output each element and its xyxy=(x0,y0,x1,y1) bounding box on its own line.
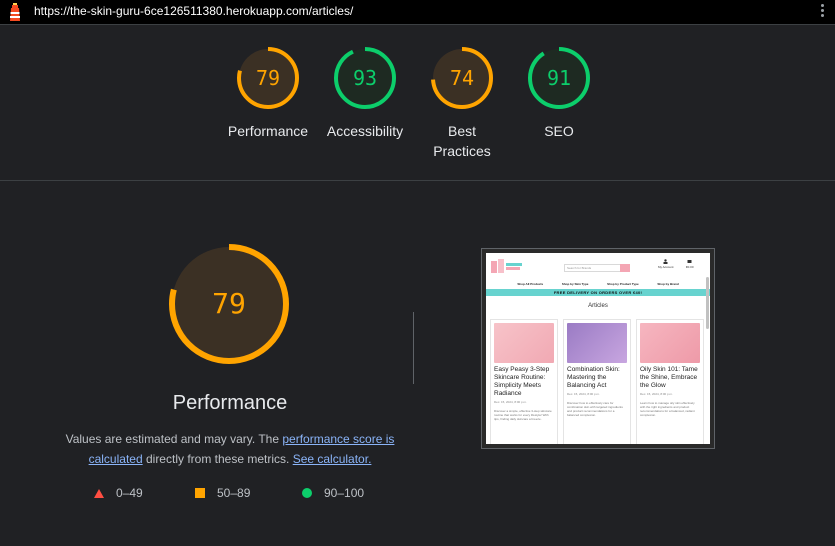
article-image xyxy=(567,323,627,363)
score-gauge: 79 xyxy=(237,47,299,109)
score-gauge: 74 xyxy=(431,47,493,109)
performance-score-value: 79 xyxy=(212,287,246,320)
score-label: Accessibility xyxy=(326,123,404,139)
article-image xyxy=(494,323,554,363)
article-text: Learn how to manage oily skin effectivel… xyxy=(640,401,695,417)
score-label: Best Practices xyxy=(433,123,491,159)
divider xyxy=(413,312,414,384)
article-image xyxy=(640,323,700,363)
site-nav-item[interactable]: Shop by Product Type xyxy=(607,279,639,289)
kebab-menu-icon[interactable] xyxy=(821,4,825,20)
site-bag[interactable]: €0.00 xyxy=(686,259,694,269)
site-bag-total: €0.00 xyxy=(686,265,694,269)
performance-gauge: 79 xyxy=(166,241,292,372)
score-gauge: 93 xyxy=(334,47,396,109)
article-date: Dec. 15, 2024, 8:00 p.m. xyxy=(494,400,527,404)
article-cards: Easy Peasy 3-Step Skincare Routine: Simp… xyxy=(490,319,704,444)
browser-bar: https://the-skin-guru-6ce126511380.herok… xyxy=(0,0,835,25)
page-screenshot[interactable]: Search for Brands My Account €0.00 Shop … xyxy=(481,248,715,449)
article-card[interactable]: Oily Skin 101: Tame the Shine, Embrace t… xyxy=(636,319,704,444)
legend-pass-range: 90–100 xyxy=(324,486,365,500)
legend-pass: 90–100 xyxy=(302,486,364,500)
site-search-button[interactable] xyxy=(620,264,630,272)
desc-middle: directly from these metrics. xyxy=(142,452,293,466)
legend-fail: 0–49 xyxy=(94,486,143,500)
article-text: Discover how to effectively care for com… xyxy=(567,401,623,417)
user-icon xyxy=(663,259,668,264)
desc-prefix: Values are estimated and may vary. The xyxy=(65,432,283,446)
score-value: 93 xyxy=(353,66,377,90)
site-nav: Shop All Products Shop by Skin Type Shop… xyxy=(486,279,710,289)
performance-description: Values are estimated and may vary. The p… xyxy=(60,429,400,469)
square-average-icon xyxy=(195,488,205,498)
article-card[interactable]: Easy Peasy 3-Step Skincare Routine: Simp… xyxy=(490,319,558,444)
site-header: Search for Brands My Account €0.00 xyxy=(486,253,710,279)
performance-title: Performance xyxy=(172,392,288,414)
score-value: 91 xyxy=(547,66,571,90)
site-account-label: My Account xyxy=(658,265,674,269)
cart-icon xyxy=(687,260,692,263)
article-date: Dec. 15, 2024, 8:00 p.m. xyxy=(640,392,673,396)
url-text[interactable]: https://the-skin-guru-6ce126511380.herok… xyxy=(34,4,353,18)
site-page-title: Articles xyxy=(588,303,608,309)
score-summary: 79 Performance 93 Accessibility 74 Best Pract… xyxy=(0,25,835,181)
circle-pass-icon xyxy=(302,488,312,498)
article-title[interactable]: Combination Skin: Mastering the Balancin… xyxy=(567,366,627,390)
article-text: Discover a simple, effective 3-step skin… xyxy=(494,409,552,421)
score-best-practices[interactable]: 74 Best Practices xyxy=(412,45,512,161)
legend-average-range: 50–89 xyxy=(217,486,251,500)
site-banner: FREE DELIVERY ON ORDERS OVER €40! xyxy=(486,289,710,296)
site-logo-icon xyxy=(491,259,522,273)
score-value: 79 xyxy=(256,66,280,90)
see-calculator-link[interactable]: See calculator. xyxy=(293,452,372,466)
site-account[interactable]: My Account xyxy=(658,259,674,269)
site-nav-item[interactable]: Shop by Skin Type xyxy=(562,279,589,289)
triangle-fail-icon xyxy=(94,488,104,498)
article-date: Dec. 15, 2024, 8:00 p.m. xyxy=(567,392,600,396)
site-nav-item[interactable]: Shop All Products xyxy=(517,279,543,289)
score-performance[interactable]: 79 Performance xyxy=(218,45,318,141)
score-seo[interactable]: 91 SEO xyxy=(509,45,609,141)
article-title[interactable]: Easy Peasy 3-Step Skincare Routine: Simp… xyxy=(494,366,554,398)
site-nav-item[interactable]: Shop by Brand xyxy=(657,279,678,289)
score-gauge: 91 xyxy=(528,47,590,109)
score-label: Performance xyxy=(227,123,309,139)
score-value: 74 xyxy=(450,66,474,90)
legend-fail-range: 0–49 xyxy=(116,486,143,500)
score-accessibility[interactable]: 93 Accessibility xyxy=(315,45,415,141)
site-scrollbar[interactable] xyxy=(706,277,709,329)
lighthouse-icon xyxy=(10,3,20,21)
article-card[interactable]: Combination Skin: Mastering the Balancin… xyxy=(563,319,631,444)
legend-average: 50–89 xyxy=(195,486,250,500)
article-title[interactable]: Oily Skin 101: Tame the Shine, Embrace t… xyxy=(640,366,700,390)
score-label: SEO xyxy=(544,123,574,139)
